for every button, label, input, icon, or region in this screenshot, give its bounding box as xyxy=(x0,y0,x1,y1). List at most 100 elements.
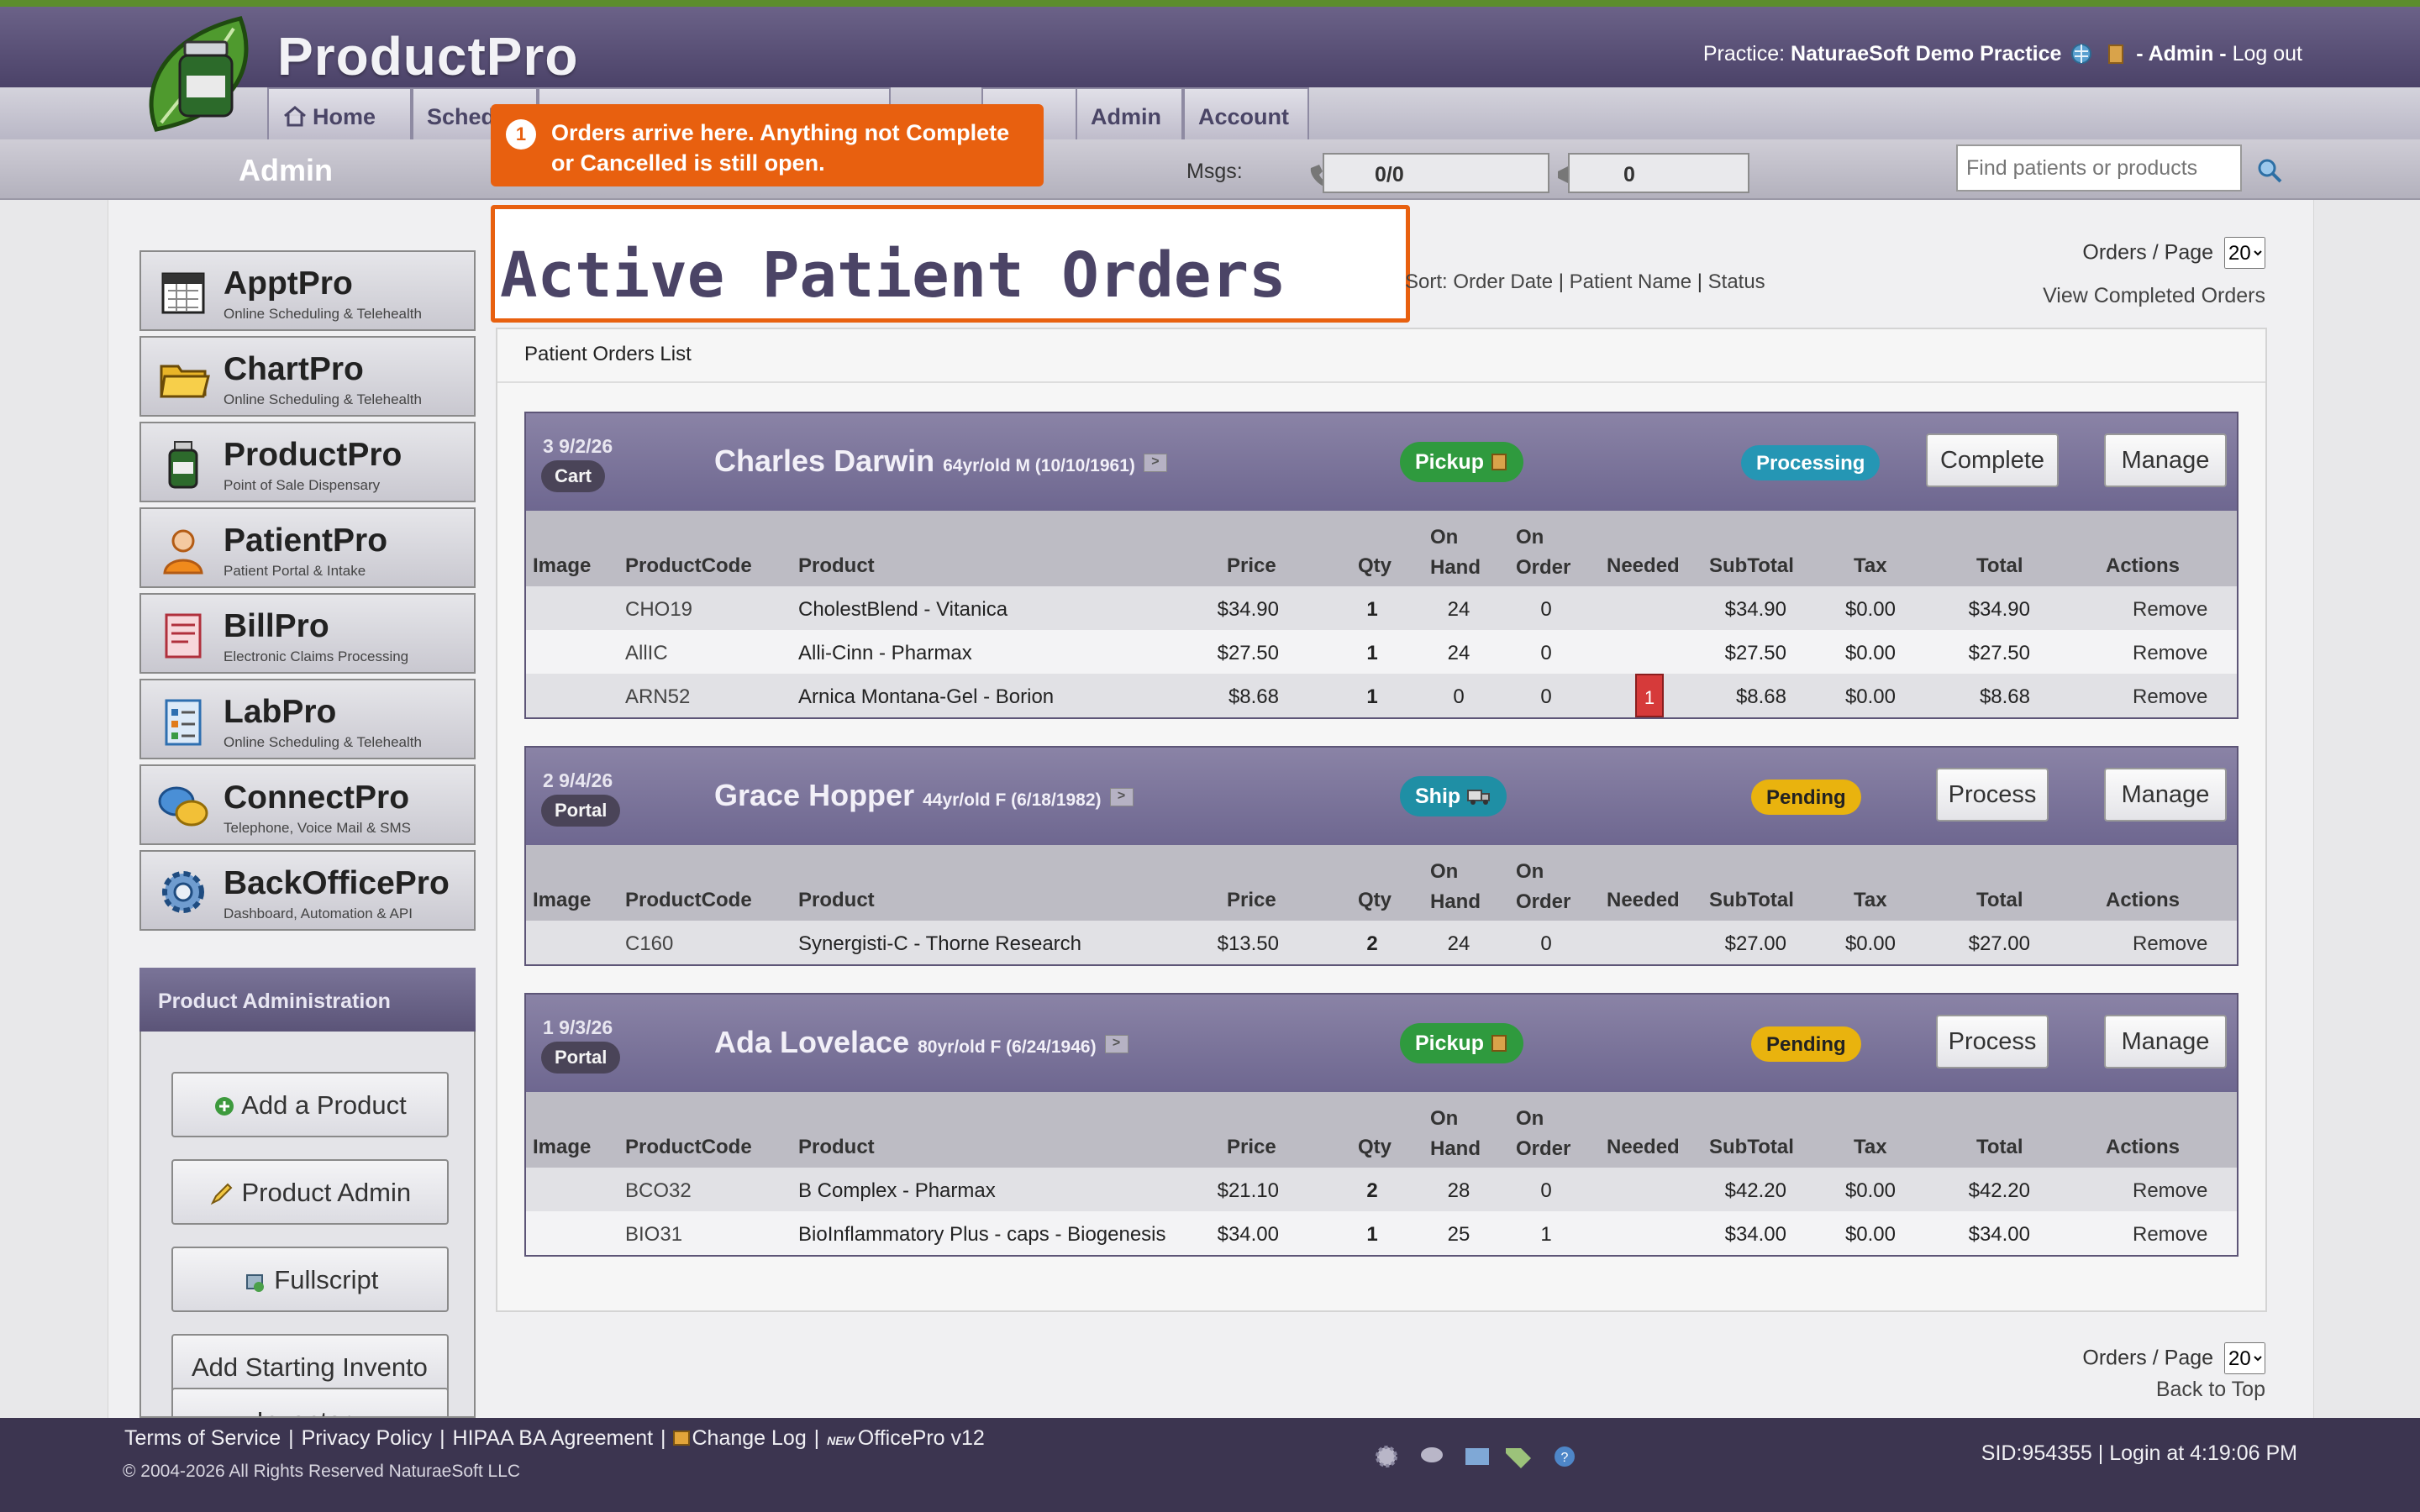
sort-controls: Sort: Order Date | Patient Name | Status xyxy=(1405,270,1765,293)
terms-link[interactable]: Terms of Service xyxy=(124,1426,281,1450)
orders-per-page-select[interactable]: 20 xyxy=(2224,237,2265,269)
fax-count[interactable]: 0 xyxy=(1568,153,1749,193)
patient-name[interactable]: Ada Lovelace 80yr/old F (6/24/1946) > xyxy=(714,1025,1128,1060)
patient-name-text: Ada Lovelace xyxy=(714,1025,910,1059)
manage-button[interactable]: Manage xyxy=(2104,768,2227,822)
productpro-logo[interactable] xyxy=(139,12,267,136)
tag-icon[interactable] xyxy=(1506,1448,1531,1468)
changelog-link[interactable]: Change Log xyxy=(692,1426,807,1450)
search-input[interactable] xyxy=(1956,144,2242,192)
search-icon[interactable] xyxy=(2255,156,2284,185)
add-product-button[interactable]: Add a Product xyxy=(171,1072,449,1137)
orders-per-page: Orders / Page 20 xyxy=(2082,237,2265,269)
help-icon[interactable]: ? xyxy=(1555,1446,1575,1467)
settings-icon[interactable] xyxy=(1376,1446,1397,1467)
calendar-icon xyxy=(161,272,205,314)
tab-account[interactable]: Account xyxy=(1183,87,1309,139)
sort-status[interactable]: Status xyxy=(1708,270,1765,293)
tab-admin[interactable]: Admin xyxy=(1076,87,1183,139)
inventory-button[interactable]: Inventory xyxy=(171,1388,449,1416)
app-labpro[interactable]: LabPro Online Scheduling & Telehealth xyxy=(139,679,476,759)
total: $42.20 xyxy=(1968,1179,2030,1202)
app-name: BackOfficePro xyxy=(224,865,450,901)
fullscript-button[interactable]: Fullscript xyxy=(171,1247,449,1312)
complete-button[interactable]: Complete xyxy=(1926,433,2059,487)
officepro-link[interactable]: OfficePro v12 xyxy=(858,1426,985,1450)
tab-schedule-label: Sched xyxy=(427,104,496,129)
patient-details: 64yr/old M (10/10/1961) xyxy=(943,456,1135,475)
order-card: 1 9/3/26 Portal Ada Lovelace 80yr/old F … xyxy=(524,993,2238,1257)
order-header: 3 9/2/26 Cart Charles Darwin 64yr/old M … xyxy=(526,413,2237,511)
brand-name: ProductPro xyxy=(277,26,579,87)
orders-per-page-select[interactable]: 20 xyxy=(2224,1342,2265,1374)
product-admin-button[interactable]: Product Admin xyxy=(171,1159,449,1225)
on-hand: 24 xyxy=(1447,932,1470,955)
remove-link[interactable]: Remove xyxy=(2133,642,2207,665)
order-number-date: 2 9/4/26 xyxy=(543,769,613,791)
sort-patient-name[interactable]: Patient Name xyxy=(1570,270,1691,293)
price: $34.90 xyxy=(1217,598,1279,621)
subtotal: $27.00 xyxy=(1724,932,1786,955)
patient-name[interactable]: Charles Darwin 64yr/old M (10/10/1961) > xyxy=(714,444,1167,479)
process-button[interactable]: Process xyxy=(1936,1015,2049,1068)
globe-icon[interactable] xyxy=(2070,43,2092,65)
col-actions: Actions xyxy=(2106,1136,2181,1158)
app-name: LabPro xyxy=(224,694,337,730)
hipaa-link[interactable]: HIPAA BA Agreement xyxy=(453,1426,654,1450)
app-patientpro[interactable]: PatientPro Patient Portal & Intake xyxy=(139,507,476,588)
on-order: 0 xyxy=(1540,642,1552,664)
col-image: Image xyxy=(533,889,592,911)
on-order: 0 xyxy=(1540,1179,1552,1202)
app-billpro[interactable]: BillPro Electronic Claims Processing xyxy=(139,593,476,674)
product-admin-panel: Add a Product Product Admin Fullscript A… xyxy=(139,1032,476,1418)
app-productpro[interactable]: ProductPro Point of Sale Dispensary xyxy=(139,422,476,502)
app-apptpro[interactable]: ApptPro Online Scheduling & Telehealth xyxy=(139,250,476,331)
privacy-link[interactable]: Privacy Policy xyxy=(302,1426,433,1450)
subtotal: $8.68 xyxy=(1735,685,1786,708)
total: $34.90 xyxy=(1968,598,2030,621)
fax-icon[interactable] xyxy=(1465,1448,1489,1465)
remove-link[interactable]: Remove xyxy=(2133,1223,2207,1247)
title-highlight: Active Patient Orders xyxy=(491,205,1410,323)
practice-info: Practice: NaturaeSoft Demo Practice - Ad… xyxy=(1703,42,2302,66)
product-code: BIO31 xyxy=(625,1223,683,1246)
expand-arrow-icon[interactable]: > xyxy=(1109,788,1134,807)
col-price: Price xyxy=(1227,889,1276,911)
expand-arrow-icon[interactable]: > xyxy=(1104,1035,1128,1054)
remove-link[interactable]: Remove xyxy=(2133,598,2207,622)
back-to-top-link[interactable]: Back to Top xyxy=(2156,1378,2265,1402)
on-order: 0 xyxy=(1540,598,1552,621)
logout-link[interactable]: Log out xyxy=(2233,42,2302,66)
expand-arrow-icon[interactable]: > xyxy=(1143,454,1167,473)
patient-name[interactable]: Grace Hopper 44yr/old F (6/18/1982) > xyxy=(714,778,1134,813)
product-name: BioInflammatory Plus - caps - Biogenesis xyxy=(798,1223,1166,1246)
col-product: Product xyxy=(798,889,875,911)
tab-home[interactable]: Home xyxy=(267,87,412,139)
clipboard-icon xyxy=(165,699,202,746)
patient-name-text: Charles Darwin xyxy=(714,444,935,478)
remove-link[interactable]: Remove xyxy=(2133,932,2207,956)
footer-links: Terms of Service | Privacy Policy | HIPA… xyxy=(124,1426,985,1450)
manage-button[interactable]: Manage xyxy=(2104,433,2227,487)
view-completed-link[interactable]: View Completed Orders xyxy=(2043,284,2265,308)
app-header: ProductPro Practice: NaturaeSoft Demo Pr… xyxy=(0,7,2420,87)
app-connectpro[interactable]: ConnectPro Telephone, Voice Mail & SMS xyxy=(139,764,476,845)
chat-icon[interactable] xyxy=(1421,1447,1443,1462)
messages-count[interactable]: 0/0 xyxy=(1323,153,1549,193)
sort-order-date[interactable]: Order Date xyxy=(1453,270,1553,293)
remove-link[interactable]: Remove xyxy=(2133,685,2207,709)
section-title: Admin xyxy=(239,153,333,187)
col-subtotal: SubTotal xyxy=(1709,1136,1794,1158)
table-header: Image ProductCode Product Price Qty On H… xyxy=(526,845,2237,921)
order-number-date: 1 9/3/26 xyxy=(543,1016,613,1038)
remove-link[interactable]: Remove xyxy=(2133,1179,2207,1203)
clipboard-icon[interactable] xyxy=(2105,43,2127,65)
process-button[interactable]: Process xyxy=(1936,768,2049,822)
needed-flag: 1 xyxy=(1635,674,1664,717)
app-chartpro[interactable]: ChartPro Online Scheduling & Telehealth xyxy=(139,336,476,417)
messages-label: Msgs: xyxy=(1186,160,1243,183)
truck-icon xyxy=(1467,790,1491,805)
tour-tooltip[interactable]: 1 Orders arrive here. Anything not Compl… xyxy=(491,104,1044,186)
manage-button[interactable]: Manage xyxy=(2104,1015,2227,1068)
app-backofficepro[interactable]: BackOfficePro Dashboard, Automation & AP… xyxy=(139,850,476,931)
